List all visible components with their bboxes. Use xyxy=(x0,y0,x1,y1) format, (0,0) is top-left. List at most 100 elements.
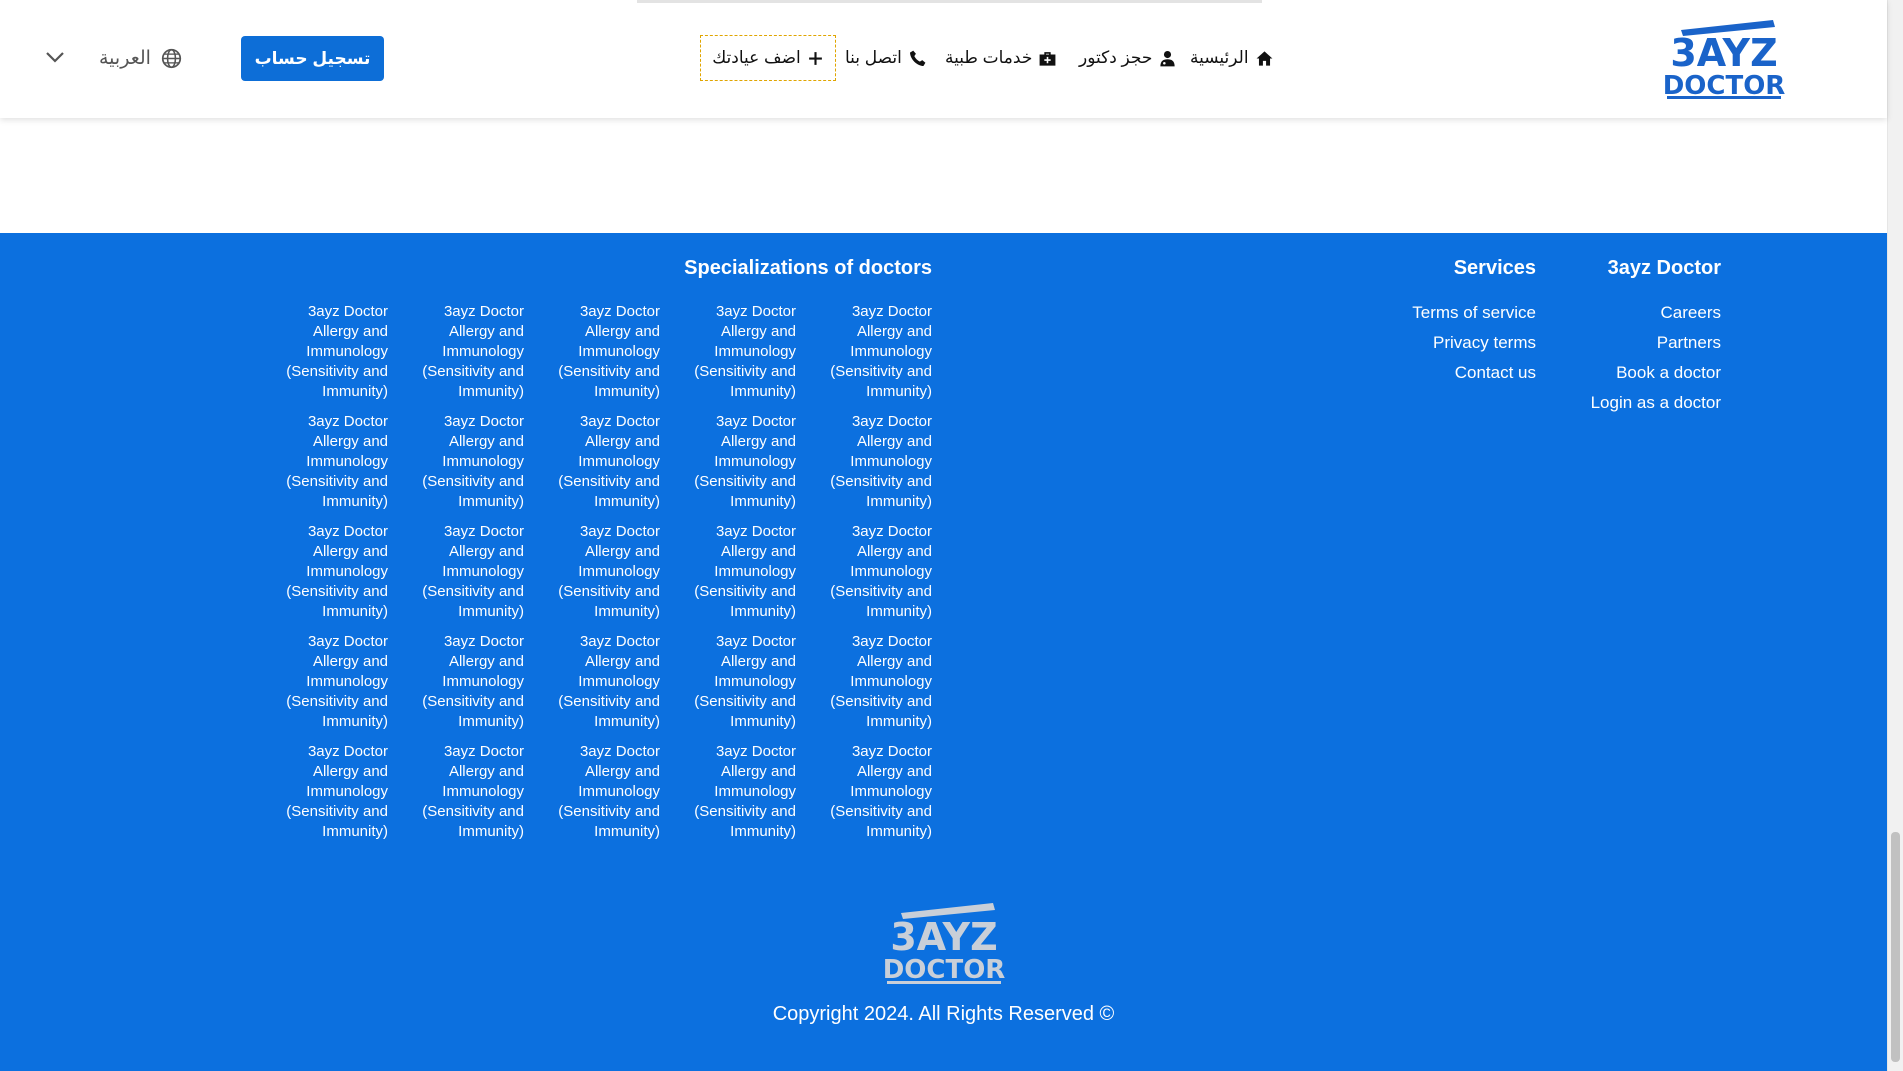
specialization-link-line: 3ayz Doctor xyxy=(307,523,388,540)
footer-link-contact[interactable]: Contact us xyxy=(1455,363,1536,383)
footer-col-services-title: Services xyxy=(1453,257,1536,279)
specialization-link[interactable]: 3ayz Doctor Allergy and Immunology (Sensiti… xyxy=(394,522,524,622)
specialization-link-line: Immunity) xyxy=(458,493,524,510)
specialization-link-line: Allergy and xyxy=(584,433,660,450)
specialization-link-line: Allergy and xyxy=(856,543,932,560)
footer-link-partners[interactable]: Partners xyxy=(1657,333,1721,353)
specialization-link-line: (Sensitivity and xyxy=(286,583,388,600)
specialization-link-line: Immunology xyxy=(442,783,524,800)
specialization-link-line: Immunity) xyxy=(322,603,388,620)
site-logo[interactable]: 3AYZ DOCTOR xyxy=(1663,18,1785,100)
specialization-link-line: Immunology xyxy=(850,453,932,470)
specialization-link-line: Immunology xyxy=(850,563,932,580)
nav-home[interactable]: الرئيسية xyxy=(1190,40,1274,76)
add-clinic-button[interactable]: اضف عيادتك xyxy=(700,35,836,81)
footer-logo[interactable]: 3AYZ DOCTOR xyxy=(883,901,1005,985)
specialization-link[interactable]: 3ayz Doctor Allergy and Immunology (Sensiti… xyxy=(530,632,660,732)
specialization-link-line: Allergy and xyxy=(448,433,524,450)
specialization-link-line: Immunology xyxy=(714,343,796,360)
specialization-link-line: Immunology xyxy=(850,673,932,690)
specialization-link-line: Immunology xyxy=(714,673,796,690)
specialization-link[interactable]: 3ayz Doctor Allergy and Immunology (Sensiti… xyxy=(394,412,524,512)
specialization-link-line: 3ayz Doctor xyxy=(715,743,796,760)
specialization-link[interactable]: 3ayz Doctor Allergy and Immunology (Sensiti… xyxy=(530,412,660,512)
specialization-link-line: (Sensitivity and xyxy=(422,693,524,710)
nav-contact[interactable]: اتصل بنا xyxy=(845,40,927,76)
specialization-link[interactable]: 3ayz Doctor Allergy and Immunology (Sensiti… xyxy=(802,742,932,842)
specialization-link-line: Immunology xyxy=(714,783,796,800)
specialization-link[interactable]: 3ayz Doctor Allergy and Immunology (Sensiti… xyxy=(666,522,796,622)
specialization-link[interactable]: 3ayz Doctor Allergy and Immunology (Sensiti… xyxy=(394,632,524,732)
specialization-link[interactable]: 3ayz Doctor Allergy and Immunology (Sensiti… xyxy=(802,412,932,512)
specialization-link[interactable]: 3ayz Doctor Allergy and Immunology (Sensiti… xyxy=(258,522,388,622)
specialization-link-line: Immunity) xyxy=(866,493,932,510)
chevron-down-icon[interactable] xyxy=(45,50,65,64)
specialization-link-line: (Sensitivity and xyxy=(694,473,796,490)
specialization-link[interactable]: 3ayz Doctor Allergy and Immunology (Sensiti… xyxy=(258,412,388,512)
specialization-link-line: Immunity) xyxy=(322,823,388,840)
specialization-link[interactable]: 3ayz Doctor Allergy and Immunology (Sensiti… xyxy=(258,742,388,842)
language-selector[interactable]: العربية xyxy=(99,44,182,72)
specialization-link-line: 3ayz Doctor xyxy=(307,743,388,760)
specialization-link-line: Immunity) xyxy=(594,713,660,730)
specialization-link[interactable]: 3ayz Doctor Allergy and Immunology (Sensiti… xyxy=(666,742,796,842)
signup-button[interactable]: تسجيل حساب xyxy=(241,36,384,81)
specialization-link-line: Immunity) xyxy=(730,383,796,400)
specialization-link-line: (Sensitivity and xyxy=(830,803,932,820)
scrollbar-thumb[interactable] xyxy=(1891,832,1900,1062)
specialization-link[interactable]: 3ayz Doctor Allergy and Immunology (Sensiti… xyxy=(530,742,660,842)
footer-link-terms[interactable]: Terms of service xyxy=(1412,303,1536,323)
specialization-link-line: Allergy and xyxy=(584,763,660,780)
specialization-link[interactable]: 3ayz Doctor Allergy and Immunology (Sensiti… xyxy=(530,302,660,402)
specialization-link-line: (Sensitivity and xyxy=(422,583,524,600)
specialization-link-line: Allergy and xyxy=(448,323,524,340)
footer-link-privacy[interactable]: Privacy terms xyxy=(1433,333,1536,353)
specialization-link[interactable]: 3ayz Doctor Allergy and Immunology (Sensiti… xyxy=(802,522,932,622)
specialization-link-line: 3ayz Doctor xyxy=(715,633,796,650)
specialization-link-line: Immunology xyxy=(306,783,388,800)
specialization-link-line: Immunology xyxy=(578,563,660,580)
footer-link-book-doctor[interactable]: Book a doctor xyxy=(1616,363,1721,383)
specialization-link[interactable]: 3ayz Doctor Allergy and Immunology (Sensiti… xyxy=(530,522,660,622)
specialization-link[interactable]: 3ayz Doctor Allergy and Immunology (Sensiti… xyxy=(258,632,388,732)
specialization-link-line: Immunity) xyxy=(458,713,524,730)
specialization-link[interactable]: 3ayz Doctor Allergy and Immunology (Sensiti… xyxy=(666,302,796,402)
specialization-link-line: Allergy and xyxy=(856,433,932,450)
specialization-link[interactable]: 3ayz Doctor Allergy and Immunology (Sensiti… xyxy=(802,632,932,732)
footer-link-login-doctor[interactable]: Login as a doctor xyxy=(1591,393,1721,413)
specialization-link-line: Allergy and xyxy=(312,433,388,450)
specialization-link-line: Allergy and xyxy=(720,543,796,560)
logo-word-2: DOCTOR xyxy=(1663,71,1785,100)
nav-book-doctor-label: حجز دكتور xyxy=(1079,48,1153,67)
nav-book-doctor[interactable]: حجز دكتور xyxy=(1079,40,1177,76)
specialization-link[interactable]: 3ayz Doctor Allergy and Immunology (Sensiti… xyxy=(666,412,796,512)
specialization-link[interactable]: 3ayz Doctor Allergy and Immunology (Sensiti… xyxy=(394,742,524,842)
page-scrollbar[interactable] xyxy=(1887,0,1903,1071)
specialization-link-line: Allergy and xyxy=(448,763,524,780)
specialization-link-line: Allergy and xyxy=(856,763,932,780)
specialization-link-line: Immunity) xyxy=(866,383,932,400)
specialization-link-line: (Sensitivity and xyxy=(286,363,388,380)
nav-medical-services[interactable]: خدمات طبية xyxy=(945,40,1057,76)
specialization-link-line: 3ayz Doctor xyxy=(579,633,660,650)
doctor-icon xyxy=(1160,50,1175,66)
specialization-link-line: Immunity) xyxy=(458,823,524,840)
specialization-link[interactable]: 3ayz Doctor Allergy and Immunology (Sensiti… xyxy=(666,632,796,732)
plus-icon xyxy=(808,51,822,65)
specialization-link-line: Allergy and xyxy=(584,323,660,340)
specialization-link-line: Allergy and xyxy=(720,763,796,780)
nav-contact-label: اتصل بنا xyxy=(845,48,902,67)
logo-word-1: 3AYZ xyxy=(1670,31,1777,75)
specialization-link-line: Allergy and xyxy=(720,433,796,450)
specialization-link-line: Immunology xyxy=(714,453,796,470)
specialization-link-line: Immunity) xyxy=(866,713,932,730)
specialization-link-line: Immunity) xyxy=(730,713,796,730)
specialization-link[interactable]: 3ayz Doctor Allergy and Immunology (Sensiti… xyxy=(258,302,388,402)
specialization-link[interactable]: 3ayz Doctor Allergy and Immunology (Sensiti… xyxy=(802,302,932,402)
specialization-link-line: Immunology xyxy=(442,453,524,470)
specialization-link[interactable]: 3ayz Doctor Allergy and Immunology (Sensiti… xyxy=(394,302,524,402)
specialization-link-line: 3ayz Doctor xyxy=(307,303,388,320)
footer-link-careers[interactable]: Careers xyxy=(1661,303,1721,323)
add-clinic-label: اضف عيادتك xyxy=(712,48,801,67)
specialization-link-line: (Sensitivity and xyxy=(694,803,796,820)
